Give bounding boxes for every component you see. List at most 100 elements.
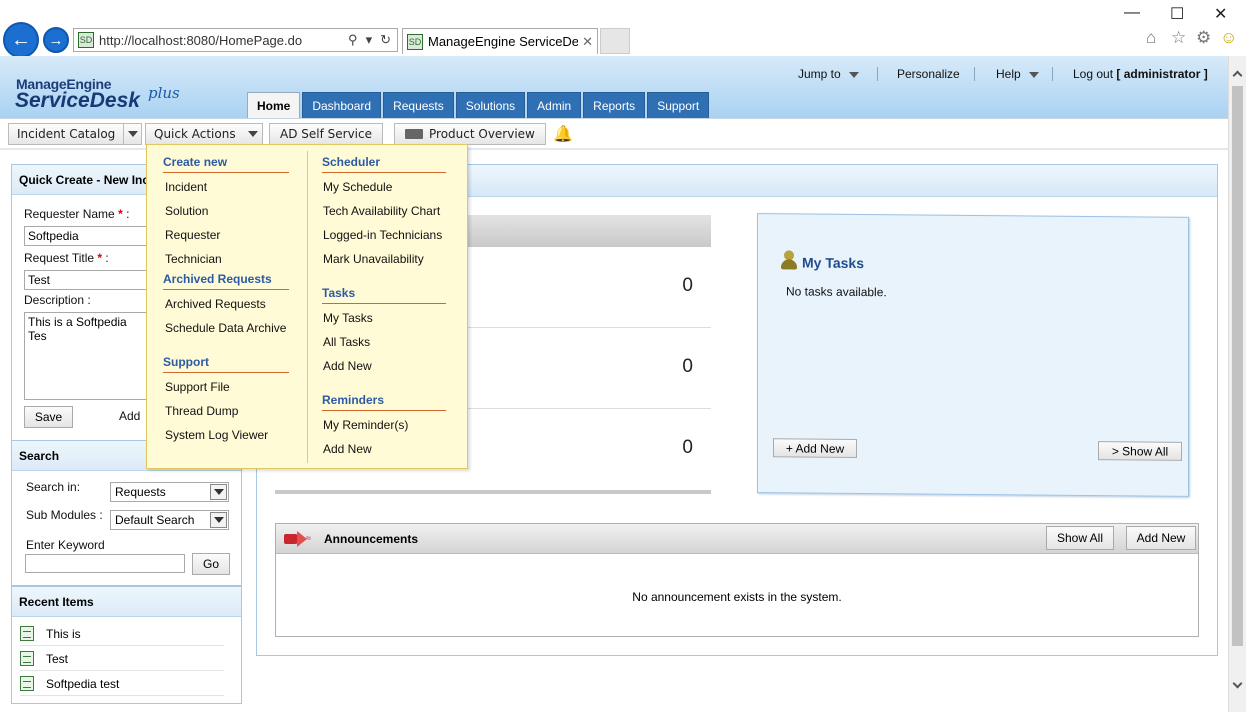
recent-item[interactable]: This is xyxy=(20,622,224,646)
tab-dashboard[interactable]: Dashboard xyxy=(302,92,382,118)
tab-reports[interactable]: Reports xyxy=(583,92,646,118)
add-announcement-button[interactable]: Add New xyxy=(1126,526,1196,550)
recent-item[interactable]: Test xyxy=(20,647,224,671)
tab-title: ManageEngine ServiceDesk... xyxy=(428,34,579,49)
menu-item-add-reminder[interactable]: Add New xyxy=(323,442,372,456)
close-tab-icon[interactable]: ✕ xyxy=(578,34,597,50)
search-in-value: Requests xyxy=(115,485,166,499)
requester-name-input[interactable]: Softpedia xyxy=(24,226,148,246)
tab-requests[interactable]: Requests xyxy=(383,92,454,118)
page-scrollbar[interactable] xyxy=(1228,56,1246,712)
close-window-icon[interactable]: ✕ xyxy=(1214,4,1227,24)
keyword-input[interactable] xyxy=(25,554,185,573)
minimize-icon[interactable]: — xyxy=(1124,4,1140,22)
personalize-link[interactable]: Personalize xyxy=(897,67,960,81)
menu-item-all-tasks[interactable]: All Tasks xyxy=(323,335,370,349)
address-url[interactable]: http://localhost:8080/HomePage.do xyxy=(99,33,348,48)
help-menu[interactable]: Help xyxy=(996,67,1039,81)
help-label: Help xyxy=(996,67,1021,81)
scroll-thumb[interactable] xyxy=(1232,86,1243,646)
bell-notification-icon[interactable]: 🔔 xyxy=(553,124,573,144)
save-button[interactable]: Save xyxy=(24,406,73,428)
tab-admin[interactable]: Admin xyxy=(527,92,582,118)
address-bar[interactable]: SD http://localhost:8080/HomePage.do ⚲ ▾… xyxy=(73,28,398,52)
quick-actions-label: Quick Actions xyxy=(154,127,236,141)
summary-count: 0 xyxy=(682,275,693,296)
product-overview-label: Product Overview xyxy=(429,127,535,141)
menu-item-my-schedule[interactable]: My Schedule xyxy=(323,180,392,194)
menu-item-logged-in-technicians[interactable]: Logged-in Technicians xyxy=(323,228,442,242)
tab-support[interactable]: Support xyxy=(647,92,710,118)
chevron-down-icon[interactable] xyxy=(210,512,227,528)
app-header: ManageEngine ServiceDesk plus Jump to Pe… xyxy=(0,56,1228,118)
scroll-down-arrow[interactable] xyxy=(1229,678,1246,692)
request-title-input[interactable]: Test xyxy=(24,270,148,290)
menu-item-my-reminders[interactable]: My Reminder(s) xyxy=(323,418,408,432)
menu-item-my-tasks[interactable]: My Tasks xyxy=(323,311,373,325)
menu-heading-support: Support xyxy=(163,355,289,373)
tab-home[interactable]: Home xyxy=(247,92,301,118)
favorites-star-icon[interactable]: ☆ xyxy=(1171,28,1186,48)
forward-button[interactable]: → xyxy=(43,27,69,53)
show-all-tasks-button[interactable]: > Show All xyxy=(1098,441,1182,461)
jump-to-menu[interactable]: Jump to xyxy=(798,67,859,81)
refresh-icon[interactable]: ↻ xyxy=(380,32,391,48)
menu-heading-reminders: Reminders xyxy=(322,393,446,411)
chevron-down-icon[interactable] xyxy=(244,124,262,144)
logout-link[interactable]: Log out [ administrator ] xyxy=(1073,67,1208,81)
recent-items-title: Recent Items xyxy=(12,587,241,617)
new-tab-button[interactable] xyxy=(600,28,630,54)
document-icon xyxy=(20,626,34,641)
menu-heading-scheduler: Scheduler xyxy=(322,155,446,173)
browser-chrome: ← → SD http://localhost:8080/HomePage.do… xyxy=(0,0,1246,58)
sub-modules-select[interactable]: Default Search xyxy=(110,510,229,530)
logo-servicedesk: ServiceDesk xyxy=(15,89,140,112)
menu-item-mark-unavailability[interactable]: Mark Unavailability xyxy=(323,252,424,266)
go-button[interactable]: Go xyxy=(192,553,230,575)
chevron-down-icon xyxy=(848,71,859,78)
ad-self-service-button[interactable]: AD Self Service xyxy=(269,123,383,145)
browser-tab[interactable]: SD ManageEngine ServiceDesk... ✕ xyxy=(402,28,598,54)
menu-item-thread-dump[interactable]: Thread Dump xyxy=(165,404,238,418)
menu-item-add-task[interactable]: Add New xyxy=(323,359,372,373)
add-task-button[interactable]: + Add New xyxy=(773,438,857,458)
menu-item-tech-availability[interactable]: Tech Availability Chart xyxy=(323,204,440,218)
back-button[interactable]: ← xyxy=(3,22,39,58)
tab-site-icon: SD xyxy=(407,33,423,50)
quick-actions-menu: Create new Incident Solution Requester T… xyxy=(146,144,468,469)
logo-plus: plus xyxy=(148,84,180,102)
menu-heading-archived: Archived Requests xyxy=(163,272,289,290)
settings-gear-icon[interactable]: ⚙ xyxy=(1196,28,1211,48)
menu-item-technician[interactable]: Technician xyxy=(165,252,222,266)
search-in-select[interactable]: Requests xyxy=(110,482,229,502)
tab-solutions[interactable]: Solutions xyxy=(455,92,526,118)
home-icon[interactable]: ⌂ xyxy=(1146,28,1156,48)
description-textarea[interactable]: This is a Softpedia Tes xyxy=(24,312,148,400)
search-icon[interactable]: ⚲ xyxy=(348,32,358,48)
menu-item-system-log[interactable]: System Log Viewer xyxy=(165,428,268,442)
product-overview-button[interactable]: Product Overview xyxy=(394,123,546,145)
recent-item-label: Softpedia test xyxy=(46,676,120,691)
menu-item-schedule-archive[interactable]: Schedule Data Archive xyxy=(165,321,286,335)
maximize-icon[interactable]: ☐ xyxy=(1170,4,1184,24)
chevron-down-icon[interactable]: ▾ xyxy=(366,32,373,48)
document-icon xyxy=(20,651,34,666)
description-label: Description : xyxy=(24,293,91,307)
menu-item-archived-requests[interactable]: Archived Requests xyxy=(165,297,266,311)
quick-actions-button[interactable]: Quick Actions xyxy=(145,123,263,145)
menu-item-solution[interactable]: Solution xyxy=(165,204,208,218)
incident-catalog-button[interactable]: Incident Catalog xyxy=(8,123,143,145)
recent-item[interactable]: Softpedia test xyxy=(20,672,224,696)
logout-label: Log out xyxy=(1073,67,1114,81)
scroll-up-arrow[interactable] xyxy=(1229,66,1246,80)
menu-item-incident[interactable]: Incident xyxy=(165,180,207,194)
megaphone-icon: ≈ xyxy=(284,531,312,547)
menu-item-support-file[interactable]: Support File xyxy=(165,380,230,394)
chevron-down-icon[interactable] xyxy=(123,124,141,144)
show-all-announcements-button[interactable]: Show All xyxy=(1046,526,1114,550)
add-more-link[interactable]: Add xyxy=(119,409,140,423)
chevron-down-icon[interactable] xyxy=(210,484,227,500)
smiley-feedback-icon[interactable]: ☺ xyxy=(1220,28,1237,48)
no-announcements-text: No announcement exists in the system. xyxy=(632,590,842,604)
menu-item-requester[interactable]: Requester xyxy=(165,228,220,242)
